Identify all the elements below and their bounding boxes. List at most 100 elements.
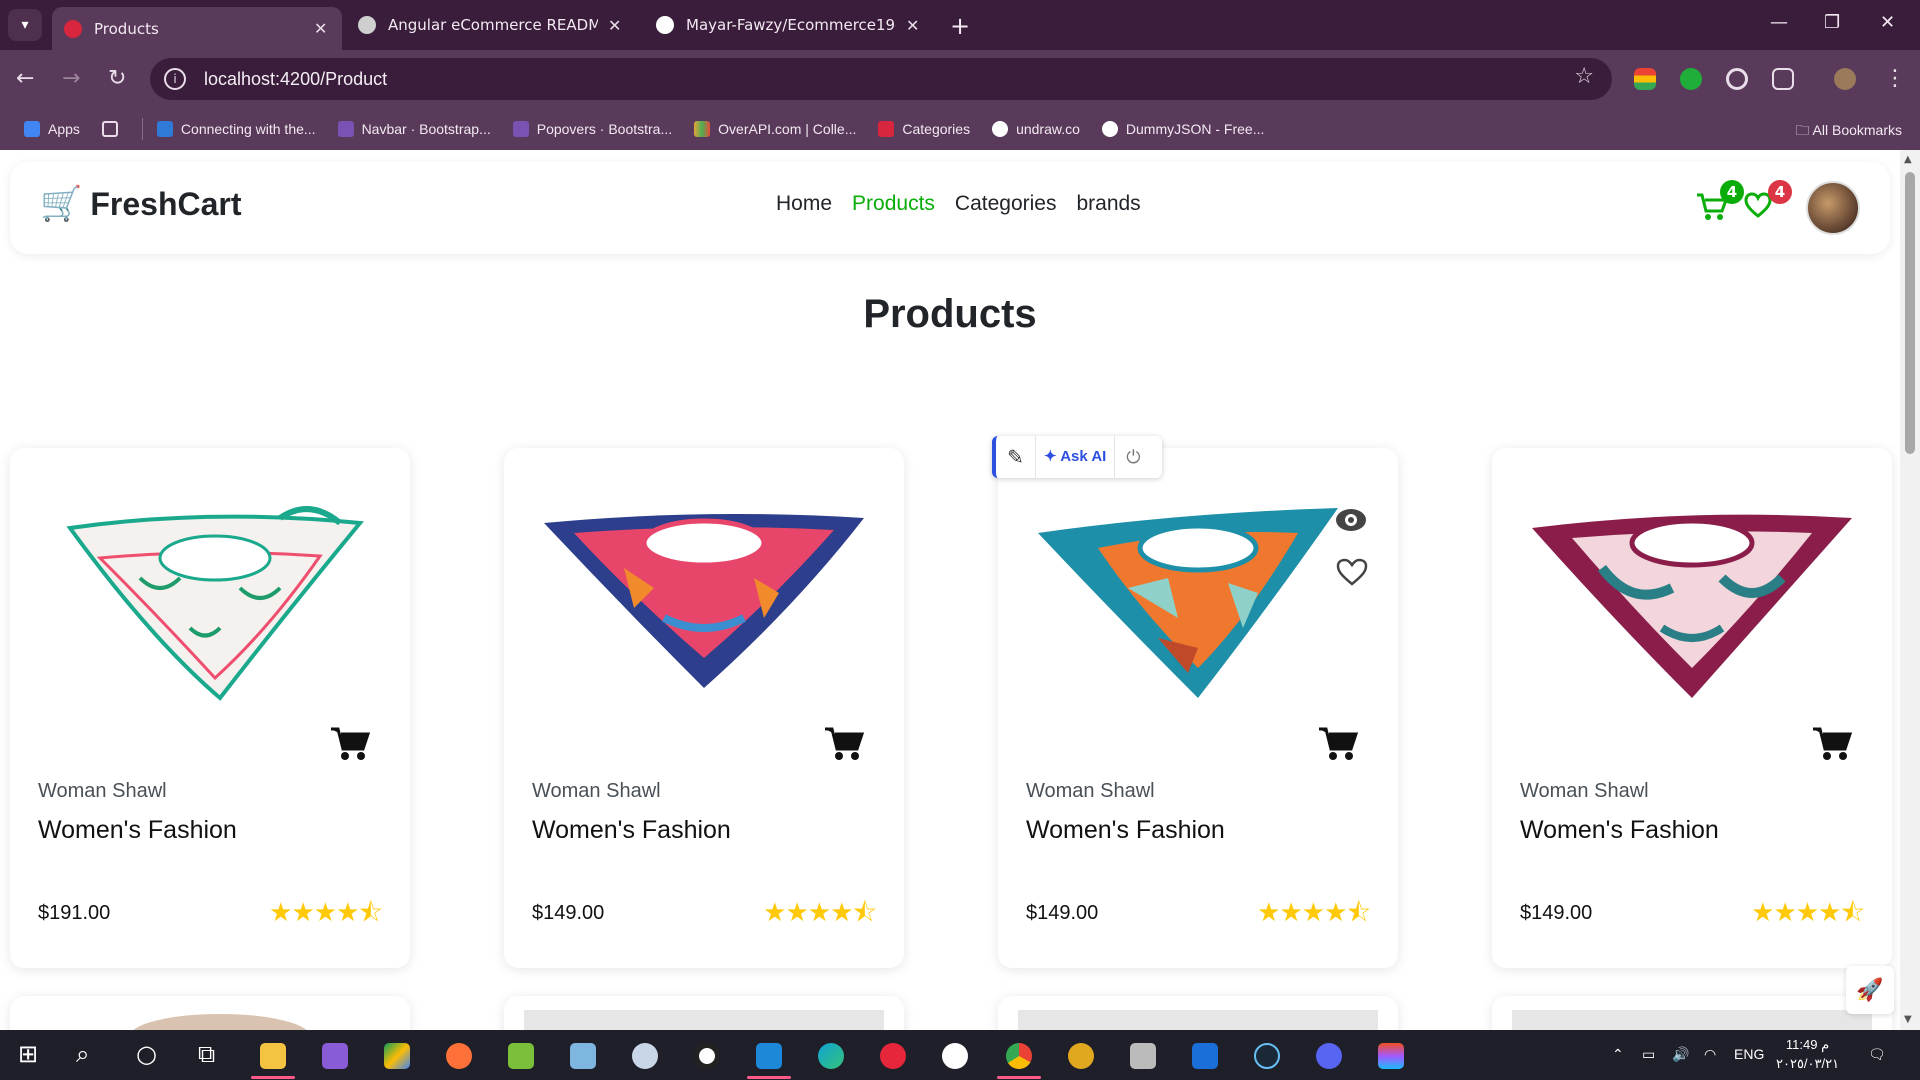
- user-avatar[interactable]: [1806, 181, 1860, 235]
- back-icon[interactable]: ←: [16, 66, 34, 91]
- product-card[interactable]: Woman Shawl Women's Fashion $191.00 ★★★★…: [10, 448, 410, 968]
- chrome-icon[interactable]: [1006, 1043, 1032, 1069]
- close-icon[interactable]: ✕: [314, 19, 327, 38]
- minimize-icon[interactable]: —: [1770, 12, 1788, 33]
- scroll-up-arrow-icon[interactable]: ▲: [1904, 154, 1912, 165]
- close-icon[interactable]: ✕: [608, 16, 621, 35]
- steam-icon[interactable]: [1254, 1043, 1280, 1069]
- bookmark-apps[interactable]: Apps: [24, 121, 80, 137]
- visual-studio-icon[interactable]: [322, 1043, 348, 1069]
- bookmark-item[interactable]: Connecting with the...: [156, 121, 316, 137]
- tab-angular-readme[interactable]: Angular eCommerce README G ✕: [346, 7, 636, 43]
- alarm-clock-icon[interactable]: [942, 1043, 968, 1069]
- nav-home[interactable]: Home: [776, 192, 832, 216]
- product-title[interactable]: Women's Fashion: [38, 816, 237, 845]
- battery-icon[interactable]: ▭: [1642, 1046, 1655, 1063]
- bookmark-item[interactable]: undraw.co: [992, 121, 1080, 137]
- app-icon[interactable]: [570, 1043, 596, 1069]
- add-to-cart-icon[interactable]: [824, 726, 865, 771]
- vscode-icon[interactable]: [756, 1043, 782, 1069]
- discord-icon[interactable]: [1316, 1043, 1342, 1069]
- bookmark-item[interactable]: Categories: [878, 121, 970, 137]
- cortana-icon[interactable]: ○: [136, 1040, 157, 1068]
- nav-categories[interactable]: Categories: [955, 192, 1057, 216]
- tab-search-button[interactable]: ▾: [8, 9, 42, 41]
- bookmark-item[interactable]: Popovers · Bootstra...: [512, 121, 672, 137]
- bookmark-star-icon[interactable]: ☆: [1574, 64, 1594, 89]
- bookmark-item[interactable]: Navbar · Bootstrap...: [337, 121, 491, 137]
- chevron-up-icon[interactable]: ⌃: [1612, 1046, 1624, 1063]
- tab-github[interactable]: Mayar-Fawzy/Ecommerce19-Fr ✕: [644, 7, 934, 43]
- product-title[interactable]: Women's Fashion: [532, 816, 731, 845]
- extensions-puzzle-icon[interactable]: [1772, 68, 1794, 90]
- firefox-icon[interactable]: [446, 1043, 472, 1069]
- product-card[interactable]: Woman Shawl Women's Fashion $149.00 ★★★★…: [1492, 448, 1892, 968]
- windows-start-icon[interactable]: ⊞: [18, 1040, 38, 1068]
- media-player-icon[interactable]: [880, 1043, 906, 1069]
- power-icon[interactable]: ⏻: [1115, 447, 1151, 468]
- menu-kebab-icon[interactable]: ⋮: [1884, 66, 1906, 91]
- nav-products[interactable]: Products: [852, 192, 935, 216]
- extension-icon[interactable]: [1634, 68, 1656, 90]
- product-card[interactable]: [10, 996, 410, 1030]
- url-text[interactable]: localhost:4200/Product: [204, 69, 387, 90]
- profile-avatar[interactable]: [1834, 68, 1856, 90]
- active-app-indicator: [251, 1076, 295, 1079]
- bookmark-item[interactable]: DummyJSON - Free...: [1101, 121, 1264, 137]
- reload-icon[interactable]: ↻: [108, 66, 126, 91]
- volume-icon[interactable]: 🔊: [1672, 1046, 1689, 1063]
- app-icon[interactable]: [1192, 1043, 1218, 1069]
- site-info-icon[interactable]: i: [164, 68, 186, 90]
- edge-icon[interactable]: [818, 1043, 844, 1069]
- app-icon[interactable]: [1130, 1043, 1156, 1069]
- file-explorer-icon[interactable]: [260, 1043, 286, 1069]
- settings-gear-icon[interactable]: [1068, 1043, 1094, 1069]
- close-window-icon[interactable]: ✕: [1880, 12, 1895, 33]
- tab-groups-icon[interactable]: [101, 121, 126, 137]
- add-to-wishlist-heart-icon[interactable]: [1336, 558, 1368, 594]
- app-icon[interactable]: [508, 1043, 534, 1069]
- wifi-icon[interactable]: ◠: [1704, 1046, 1716, 1063]
- wishlist-heart-icon[interactable]: [1744, 192, 1772, 225]
- brand-logo[interactable]: 🛒 FreshCart: [40, 184, 242, 224]
- product-card[interactable]: Woman Shawl Women's Fashion $149.00 ★★★★…: [998, 448, 1398, 968]
- product-card[interactable]: Woman Shawl Women's Fashion $149.00 ★★★★…: [504, 448, 904, 968]
- notifications-icon[interactable]: 🗨: [1868, 1046, 1886, 1063]
- scroll-to-top-rocket-icon[interactable]: 🚀: [1846, 966, 1894, 1014]
- system-clock[interactable]: 11:49 م ٢٠٢٥/٠٣/٢١: [1776, 1035, 1839, 1073]
- scroll-down-arrow-icon[interactable]: ▼: [1904, 1014, 1912, 1025]
- add-to-cart-icon[interactable]: [1812, 726, 1853, 771]
- product-image: [1038, 508, 1338, 698]
- main-nav: Home Products Categories brands: [776, 192, 1141, 216]
- tab-products[interactable]: Products ✕: [52, 7, 342, 50]
- ask-ai-button[interactable]: ✦ Ask AI: [1036, 436, 1116, 478]
- restore-icon[interactable]: ❐: [1824, 12, 1840, 33]
- close-icon[interactable]: ✕: [906, 16, 919, 35]
- add-to-cart-icon[interactable]: [1318, 726, 1359, 771]
- nav-brands[interactable]: brands: [1076, 192, 1140, 216]
- highlighter-pen-icon[interactable]: ✎: [996, 436, 1036, 478]
- forward-icon[interactable]: →: [62, 66, 80, 91]
- add-to-cart-icon[interactable]: [330, 726, 371, 771]
- scrollbar-thumb[interactable]: [1905, 172, 1915, 454]
- all-bookmarks-button[interactable]: 🗀 All Bookmarks: [1795, 120, 1902, 144]
- product-card[interactable]: [1492, 996, 1892, 1030]
- app-icon[interactable]: [632, 1043, 658, 1069]
- product-card[interactable]: [998, 996, 1398, 1030]
- product-title[interactable]: Women's Fashion: [1520, 816, 1719, 845]
- figma-icon[interactable]: [1378, 1043, 1404, 1069]
- address-bar[interactable]: i localhost:4200/Product ☆: [150, 58, 1612, 100]
- quick-view-eye-icon[interactable]: [1334, 506, 1368, 542]
- google-drive-icon[interactable]: [384, 1043, 410, 1069]
- bookmark-item[interactable]: OverAPI.com | Colle...: [694, 121, 856, 137]
- task-view-icon[interactable]: ⧉: [198, 1040, 215, 1068]
- record-icon[interactable]: [694, 1043, 720, 1069]
- extension-icon[interactable]: [1680, 68, 1702, 90]
- product-title[interactable]: Women's Fashion: [1026, 816, 1225, 845]
- extension-icon[interactable]: [1726, 68, 1748, 90]
- product-card[interactable]: [504, 996, 904, 1030]
- page-scrollbar[interactable]: ▲ ▼: [1900, 150, 1920, 1030]
- new-tab-button[interactable]: +: [950, 12, 970, 40]
- search-icon[interactable]: ⌕: [76, 1040, 89, 1068]
- language-indicator[interactable]: ENG: [1734, 1046, 1764, 1062]
